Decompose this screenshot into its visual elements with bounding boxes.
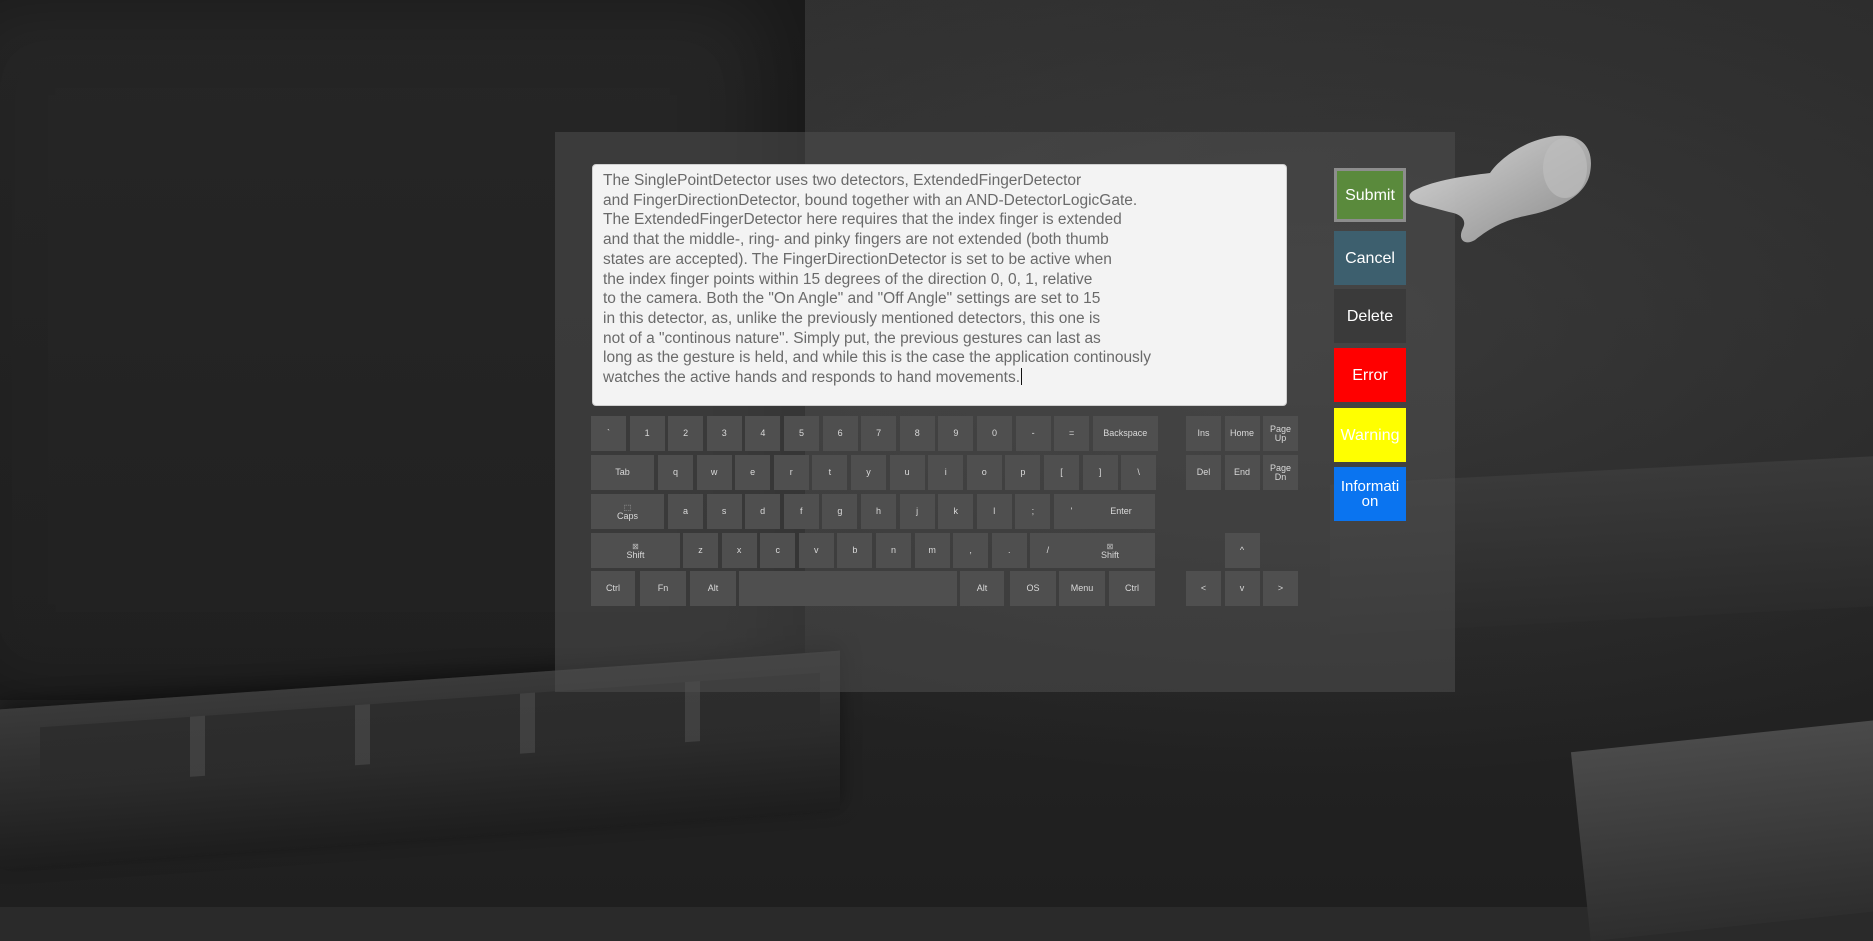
key-6[interactable]: 6 [822, 416, 858, 451]
text-input-content: The SinglePointDetector uses two detecto… [603, 172, 1152, 387]
key-sym[interactable]: ; [1015, 494, 1051, 529]
text-input-area[interactable]: The SinglePointDetector uses two detecto… [592, 164, 1287, 406]
warning-button[interactable]: Warning [1334, 408, 1406, 462]
key-sym[interactable]: - [1015, 416, 1051, 451]
key-j[interactable]: j [899, 494, 935, 529]
key-h[interactable]: h [861, 494, 896, 529]
cancel-button[interactable]: Cancel [1334, 231, 1406, 285]
key-k[interactable]: k [938, 494, 974, 529]
key-s[interactable]: s [706, 494, 742, 529]
key-page-dn[interactable]: Page Dn [1263, 455, 1298, 490]
key-r[interactable]: r [773, 455, 809, 490]
key-label: Shift [626, 549, 645, 560]
key-8[interactable]: 8 [899, 416, 935, 451]
key-f[interactable]: f [783, 494, 819, 529]
error-button[interactable]: Error [1334, 348, 1406, 402]
key-tab[interactable]: Tab [591, 455, 654, 490]
key-v[interactable]: v [798, 533, 834, 568]
key-sym[interactable]: \ [1121, 455, 1157, 490]
submit-button[interactable]: Submit [1334, 168, 1406, 222]
key-d[interactable]: d [745, 494, 781, 529]
key-3[interactable]: 3 [706, 416, 742, 451]
key-b[interactable]: b [837, 533, 873, 568]
key-label: Caps [616, 510, 638, 521]
key-7[interactable]: 7 [861, 416, 897, 451]
key-9[interactable]: 9 [938, 416, 974, 451]
key-sym[interactable]: . [991, 533, 1027, 568]
key-c[interactable]: c [760, 533, 796, 568]
key-l[interactable]: l [976, 494, 1012, 529]
key-m[interactable]: m [914, 533, 950, 568]
key-ctrl[interactable]: Ctrl [1109, 571, 1155, 606]
key-arrow-down[interactable]: v [1224, 571, 1260, 606]
key-alt[interactable]: Alt [960, 571, 1004, 606]
key-shift[interactable]: ⊠ Shift [1065, 533, 1155, 568]
key-2[interactable]: 2 [668, 416, 704, 451]
key-sym[interactable]: / [1030, 533, 1066, 568]
key-e[interactable]: e [735, 455, 771, 490]
key-u[interactable]: u [889, 455, 925, 490]
delete-button[interactable]: Delete [1334, 289, 1406, 343]
scene-block [1570, 718, 1873, 941]
key-x[interactable]: x [721, 533, 757, 568]
key-label: Shift [1100, 549, 1119, 560]
key-g[interactable]: g [822, 494, 858, 529]
key-sym[interactable]: ' [1054, 494, 1089, 529]
key-os[interactable]: OS [1010, 571, 1056, 606]
key-end[interactable]: End [1224, 455, 1260, 490]
key-5[interactable]: 5 [784, 416, 819, 451]
key-y[interactable]: y [851, 455, 886, 490]
key-4[interactable]: 4 [745, 416, 781, 451]
key-n[interactable]: n [876, 533, 911, 568]
key-del[interactable]: Del [1186, 455, 1221, 490]
key-arrow-left[interactable]: < [1186, 571, 1221, 606]
key-ctrl[interactable]: Ctrl [591, 571, 635, 606]
key-arrow-right[interactable]: > [1263, 571, 1298, 606]
key-sym[interactable]: = [1054, 416, 1090, 451]
key-i[interactable]: i [928, 455, 964, 490]
key-menu[interactable]: Menu [1059, 571, 1105, 606]
key-sym[interactable]: ] [1082, 455, 1118, 490]
key-o[interactable]: o [966, 455, 1002, 490]
key-backspace[interactable]: Backspace [1092, 416, 1158, 451]
vr-hand-pointer-icon [1409, 135, 1591, 243]
key-alt[interactable]: Alt [690, 571, 736, 606]
text-caret [1021, 368, 1023, 386]
key-z[interactable]: z [683, 533, 718, 568]
key-sym[interactable]: ` [591, 416, 626, 451]
key-w[interactable]: w [696, 455, 732, 490]
key-sym[interactable]: [ [1044, 455, 1079, 490]
key-p[interactable]: p [1005, 455, 1041, 490]
key-space[interactable] [739, 571, 957, 606]
information-button[interactable]: Information [1334, 467, 1406, 521]
key-a[interactable]: a [668, 494, 703, 529]
key-shift[interactable]: ⊠ Shift [591, 533, 680, 568]
key-caps[interactable]: ⬚ Caps [591, 494, 664, 529]
key-sym[interactable]: , [953, 533, 989, 568]
key-home[interactable]: Home [1224, 416, 1260, 451]
key-page-up[interactable]: Page Up [1263, 416, 1298, 451]
key-arrow-up[interactable]: ^ [1224, 533, 1260, 568]
key-1[interactable]: 1 [629, 416, 665, 451]
key-q[interactable]: q [658, 455, 693, 490]
key-ins[interactable]: Ins [1186, 416, 1221, 451]
key-enter[interactable]: Enter [1087, 494, 1155, 529]
key-0[interactable]: 0 [977, 416, 1012, 451]
key-t[interactable]: t [812, 455, 848, 490]
key-fn[interactable]: Fn [640, 571, 686, 606]
